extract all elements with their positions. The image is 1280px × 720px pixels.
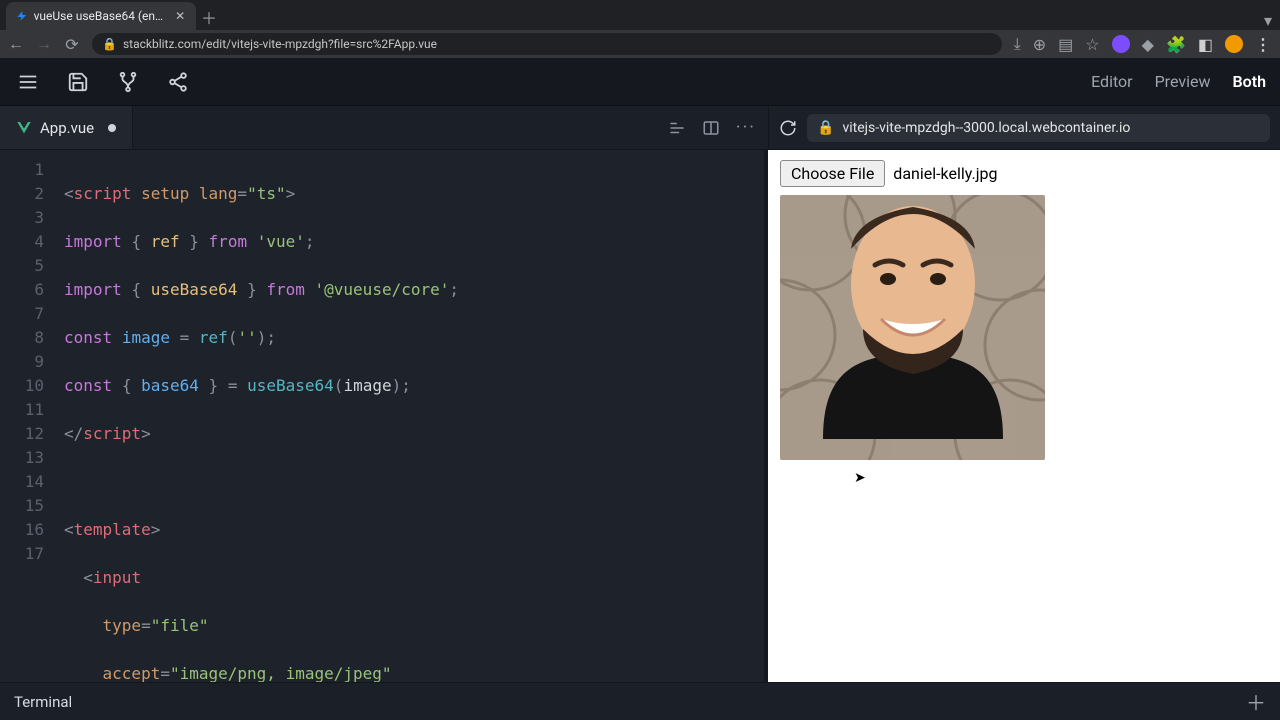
new-tab-button[interactable]: ＋ bbox=[196, 4, 222, 30]
reading-list-icon[interactable]: ▤ bbox=[1058, 35, 1073, 54]
share-icon[interactable] bbox=[164, 68, 192, 96]
view-tab-editor[interactable]: Editor bbox=[1091, 72, 1132, 91]
nav-reload-icon[interactable]: ⟳ bbox=[64, 36, 80, 52]
profile-avatar-icon[interactable] bbox=[1225, 35, 1243, 53]
preview-pane: Choose File daniel-kelly.jpg bbox=[768, 150, 1280, 682]
split-editor-icon[interactable] bbox=[702, 119, 720, 137]
extension-icon[interactable] bbox=[1112, 35, 1130, 53]
code-editor[interactable]: 1234567891011121314151617 <script setup … bbox=[0, 150, 764, 682]
fork-icon[interactable] bbox=[114, 68, 142, 96]
portrait-illustration bbox=[803, 195, 1023, 439]
file-tab-app-vue[interactable]: App.vue bbox=[0, 106, 133, 149]
workspace-split: 1234567891011121314151617 <script setup … bbox=[0, 150, 1280, 682]
close-tab-icon[interactable]: ✕ bbox=[174, 9, 186, 23]
preview-url-text: vitejs-vite-mpzdgh--3000.local.webcontai… bbox=[842, 120, 1130, 136]
mouse-cursor-icon: ➤ bbox=[854, 470, 866, 486]
code-content[interactable]: <script setup lang="ts"> import { ref } … bbox=[58, 150, 764, 682]
extension2-icon[interactable]: ◆ bbox=[1142, 35, 1154, 54]
bookmark-icon[interactable]: ☆ bbox=[1085, 35, 1099, 54]
unsaved-dot-icon bbox=[108, 124, 116, 132]
tab-overflow-icon[interactable]: ▾ bbox=[1264, 11, 1272, 30]
address-bar[interactable]: 🔒 stackblitz.com/edit/vitejs-vite-mpzdgh… bbox=[92, 33, 1002, 55]
browser-tab-title: vueUse useBase64 (end actu… bbox=[34, 9, 169, 23]
sub-header: App.vue ··· 🔒 vitejs-vite-mpzdgh--3000.l… bbox=[0, 106, 1280, 150]
nav-back-icon[interactable]: ← bbox=[8, 36, 24, 52]
hamburger-menu-icon[interactable] bbox=[14, 68, 42, 96]
browser-menu-icon[interactable]: ⋮ bbox=[1255, 35, 1272, 54]
preview-url-field[interactable]: 🔒 vitejs-vite-mpzdgh--3000.local.webcont… bbox=[807, 114, 1270, 142]
terminal-label: Terminal bbox=[14, 693, 72, 711]
uploaded-image bbox=[780, 195, 1045, 460]
vue-file-icon bbox=[16, 120, 32, 136]
view-tab-preview[interactable]: Preview bbox=[1155, 72, 1211, 91]
chosen-filename: daniel-kelly.jpg bbox=[893, 164, 997, 183]
browser-tab-strip: vueUse useBase64 (end actu… ✕ ＋ ▾ bbox=[0, 0, 1280, 30]
install-app-icon[interactable]: ⤓ bbox=[1014, 34, 1021, 54]
editor-more-icon[interactable]: ··· bbox=[736, 117, 756, 138]
file-tab-name: App.vue bbox=[40, 119, 94, 137]
choose-file-button[interactable]: Choose File bbox=[780, 160, 885, 187]
preview-lock-icon: 🔒 bbox=[817, 120, 834, 136]
nav-forward-icon: → bbox=[36, 36, 52, 52]
save-icon[interactable] bbox=[64, 68, 92, 96]
address-bar-url: stackblitz.com/edit/vitejs-vite-mpzdgh?f… bbox=[123, 37, 437, 51]
file-input[interactable]: Choose File daniel-kelly.jpg bbox=[780, 160, 998, 187]
editor-tab-bar: App.vue bbox=[0, 106, 133, 149]
side-panel-icon[interactable]: ◧ bbox=[1198, 35, 1213, 54]
preview-reload-icon[interactable] bbox=[779, 119, 797, 137]
editor-actions: ··· bbox=[668, 106, 768, 149]
terminal-panel-header[interactable]: Terminal ＋ bbox=[0, 682, 1280, 720]
browser-toolbar: ← → ⟳ 🔒 stackblitz.com/edit/vitejs-vite-… bbox=[0, 30, 1280, 58]
view-tab-both[interactable]: Both bbox=[1232, 72, 1266, 91]
lock-icon: 🔒 bbox=[102, 37, 117, 51]
format-code-icon[interactable] bbox=[668, 119, 686, 137]
new-terminal-icon[interactable]: ＋ bbox=[1246, 687, 1266, 716]
browser-tab[interactable]: vueUse useBase64 (end actu… ✕ bbox=[6, 2, 196, 30]
extensions-menu-icon[interactable]: 🧩 bbox=[1166, 35, 1186, 54]
line-number-gutter: 1234567891011121314151617 bbox=[0, 150, 58, 682]
preview-address-bar: 🔒 vitejs-vite-mpzdgh--3000.local.webcont… bbox=[768, 106, 1280, 149]
stackblitz-favicon-icon bbox=[16, 9, 28, 23]
app-header: Editor Preview Both bbox=[0, 58, 1280, 106]
zoom-icon[interactable]: ⊕ bbox=[1033, 35, 1046, 54]
